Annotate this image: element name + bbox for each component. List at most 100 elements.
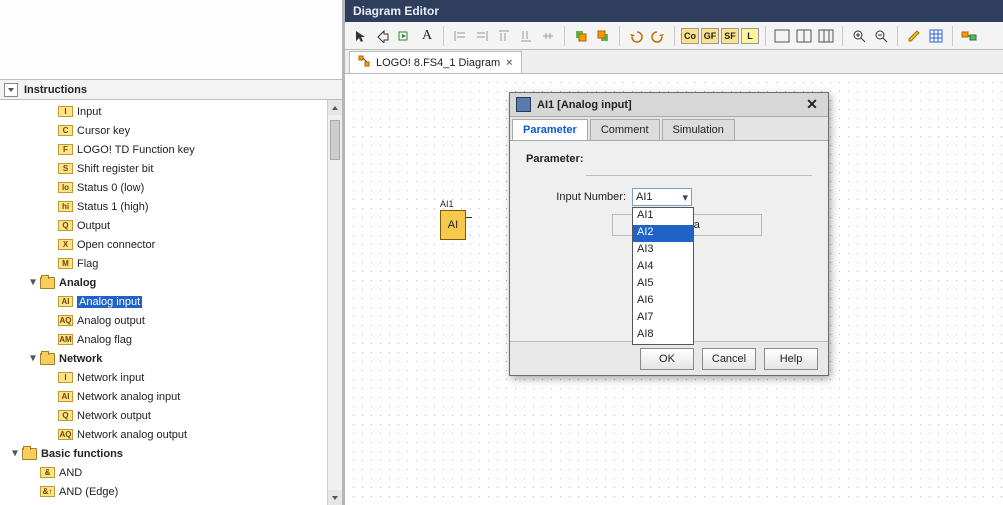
align-right-icon[interactable]: [472, 26, 492, 46]
item-badge: AM: [58, 334, 73, 345]
undo-icon[interactable]: [626, 26, 646, 46]
tree-item[interactable]: loStatus 0 (low): [6, 178, 342, 197]
dropdown-option[interactable]: AI1: [633, 208, 693, 225]
dialog-titlebar[interactable]: AI1 [Analog input] ✕: [510, 93, 828, 117]
tree-item[interactable]: AQ Network analog output: [6, 425, 342, 444]
tree-item[interactable]: INetwork input: [6, 368, 342, 387]
sf-toggle[interactable]: SF: [721, 28, 739, 44]
tree-item[interactable]: hiStatus 1 (high): [6, 197, 342, 216]
tree-item[interactable]: AINetwork analog input: [6, 387, 342, 406]
gf-toggle[interactable]: GF: [701, 28, 719, 44]
tree-item[interactable]: Q Output: [6, 216, 342, 235]
l-toggle[interactable]: L: [741, 28, 759, 44]
block-name: AI1: [440, 199, 466, 209]
tree-item[interactable]: ▼Analog: [6, 273, 342, 292]
tree-item-label: Output: [77, 220, 110, 232]
input-number-dropdown[interactable]: AI1AI2AI3AI4AI5AI6AI7AI8: [632, 207, 694, 345]
tree-toggle-icon[interactable]: ▼: [28, 277, 38, 288]
scroll-up-icon[interactable]: [328, 100, 342, 115]
tree-item[interactable]: AQAnalog output: [6, 311, 342, 330]
tree-item[interactable]: &AND: [6, 463, 342, 482]
scroll-down-icon[interactable]: [328, 490, 342, 505]
tree-item[interactable]: CCursor key: [6, 121, 342, 140]
tree-item-label: Open connector: [77, 239, 155, 251]
tree-item-label: Input: [77, 106, 101, 118]
tree-item[interactable]: AIAnalog input: [6, 292, 342, 311]
dialog-footer: OK Cancel Help: [510, 341, 828, 375]
item-badge: X: [58, 239, 73, 250]
dropdown-option[interactable]: AI7: [633, 310, 693, 327]
instructions-tree: IInputCCursor keyFLOGO! TD Function keyS…: [0, 100, 342, 505]
dropdown-option[interactable]: AI4: [633, 259, 693, 276]
pencil-icon[interactable]: [904, 26, 924, 46]
ai-block[interactable]: AI1 AI: [440, 199, 466, 240]
tree-item[interactable]: ▼Network: [6, 349, 342, 368]
dropdown-option[interactable]: AI6: [633, 293, 693, 310]
tree-item-label: Shift register bit: [77, 163, 153, 175]
co-toggle[interactable]: Co: [681, 28, 699, 44]
item-badge: AQ: [58, 429, 73, 440]
tree-item[interactable]: MFlag: [6, 254, 342, 273]
item-badge: AI: [58, 391, 73, 402]
page-split2-icon[interactable]: [794, 26, 814, 46]
text-tool-icon[interactable]: A: [417, 26, 437, 46]
tab-comment[interactable]: Comment: [590, 119, 660, 140]
dialog-tabs: Parameter Comment Simulation: [510, 117, 828, 141]
dropdown-option[interactable]: AI5: [633, 276, 693, 293]
front-icon[interactable]: [571, 26, 591, 46]
sim-icon[interactable]: [959, 26, 979, 46]
editor-toolbar: A Co GF SF L: [345, 22, 1003, 50]
pointer-tool-icon[interactable]: [351, 26, 371, 46]
connect-tool-icon[interactable]: [373, 26, 393, 46]
close-icon[interactable]: ×: [506, 57, 512, 69]
page-split3-icon[interactable]: [816, 26, 836, 46]
tree-toggle-icon[interactable]: ▼: [10, 448, 20, 459]
tab-parameter[interactable]: Parameter: [512, 119, 588, 140]
scroll-thumb[interactable]: [330, 120, 340, 160]
item-badge: I: [58, 106, 73, 117]
block-output-pin[interactable]: [466, 217, 472, 218]
tree-item[interactable]: QNetwork output: [6, 406, 342, 425]
grid-icon[interactable]: [926, 26, 946, 46]
dropdown-option[interactable]: AI3: [633, 242, 693, 259]
document-tab[interactable]: LOGO! 8.FS4_1 Diagram ×: [349, 51, 522, 73]
ok-button[interactable]: OK: [640, 348, 694, 370]
tree-item-label: Analog flag: [77, 334, 132, 346]
document-tabstrip: LOGO! 8.FS4_1 Diagram ×: [345, 50, 1003, 74]
left-blank-area: [0, 0, 342, 80]
tree-item[interactable]: I Input: [6, 102, 342, 121]
tree-scrollbar[interactable]: [327, 100, 342, 505]
play-tool-icon[interactable]: [395, 26, 415, 46]
instructions-header[interactable]: Instructions: [0, 80, 342, 100]
chevron-down-icon: ▾: [682, 191, 688, 204]
tree-item[interactable]: AM Analog flag: [6, 330, 342, 349]
input-number-combo[interactable]: AI1 ▾: [632, 188, 692, 206]
section-label: Parameter:: [526, 153, 583, 165]
page-single-icon[interactable]: [772, 26, 792, 46]
tree-item-label: Network analog output: [77, 429, 187, 441]
instructions-panel: Instructions I Input CCursor keyFLOGO! TD …: [0, 0, 345, 505]
tree-item[interactable]: &↑AND (Edge): [6, 482, 342, 501]
tree-item[interactable]: ▼Basic functions: [6, 444, 342, 463]
item-badge: Q: [58, 220, 73, 231]
diagram-canvas[interactable]: AI1 AI AI1 [Analog input] ✕ Parameter Co…: [345, 74, 1003, 505]
align-top-icon[interactable]: [494, 26, 514, 46]
tab-simulation[interactable]: Simulation: [662, 119, 735, 140]
cancel-button[interactable]: Cancel: [702, 348, 756, 370]
tree-item[interactable]: X Open connector: [6, 235, 342, 254]
editor-panel: Diagram Editor A Co GF SF L: [345, 0, 1003, 505]
zoom-in-icon[interactable]: [849, 26, 869, 46]
dropdown-option[interactable]: AI8: [633, 327, 693, 344]
align-bottom-icon[interactable]: [516, 26, 536, 46]
tree-item[interactable]: SShift register bit: [6, 159, 342, 178]
zoom-out-icon[interactable]: [871, 26, 891, 46]
tree-toggle-icon[interactable]: ▼: [28, 353, 38, 364]
redo-icon[interactable]: [648, 26, 668, 46]
dialog-close-icon[interactable]: ✕: [802, 96, 822, 113]
tree-item[interactable]: FLOGO! TD Function key: [6, 140, 342, 159]
align-left-icon[interactable]: [450, 26, 470, 46]
back-icon[interactable]: [593, 26, 613, 46]
help-button[interactable]: Help: [764, 348, 818, 370]
dist-h-icon[interactable]: [538, 26, 558, 46]
dropdown-option[interactable]: AI2: [633, 225, 693, 242]
